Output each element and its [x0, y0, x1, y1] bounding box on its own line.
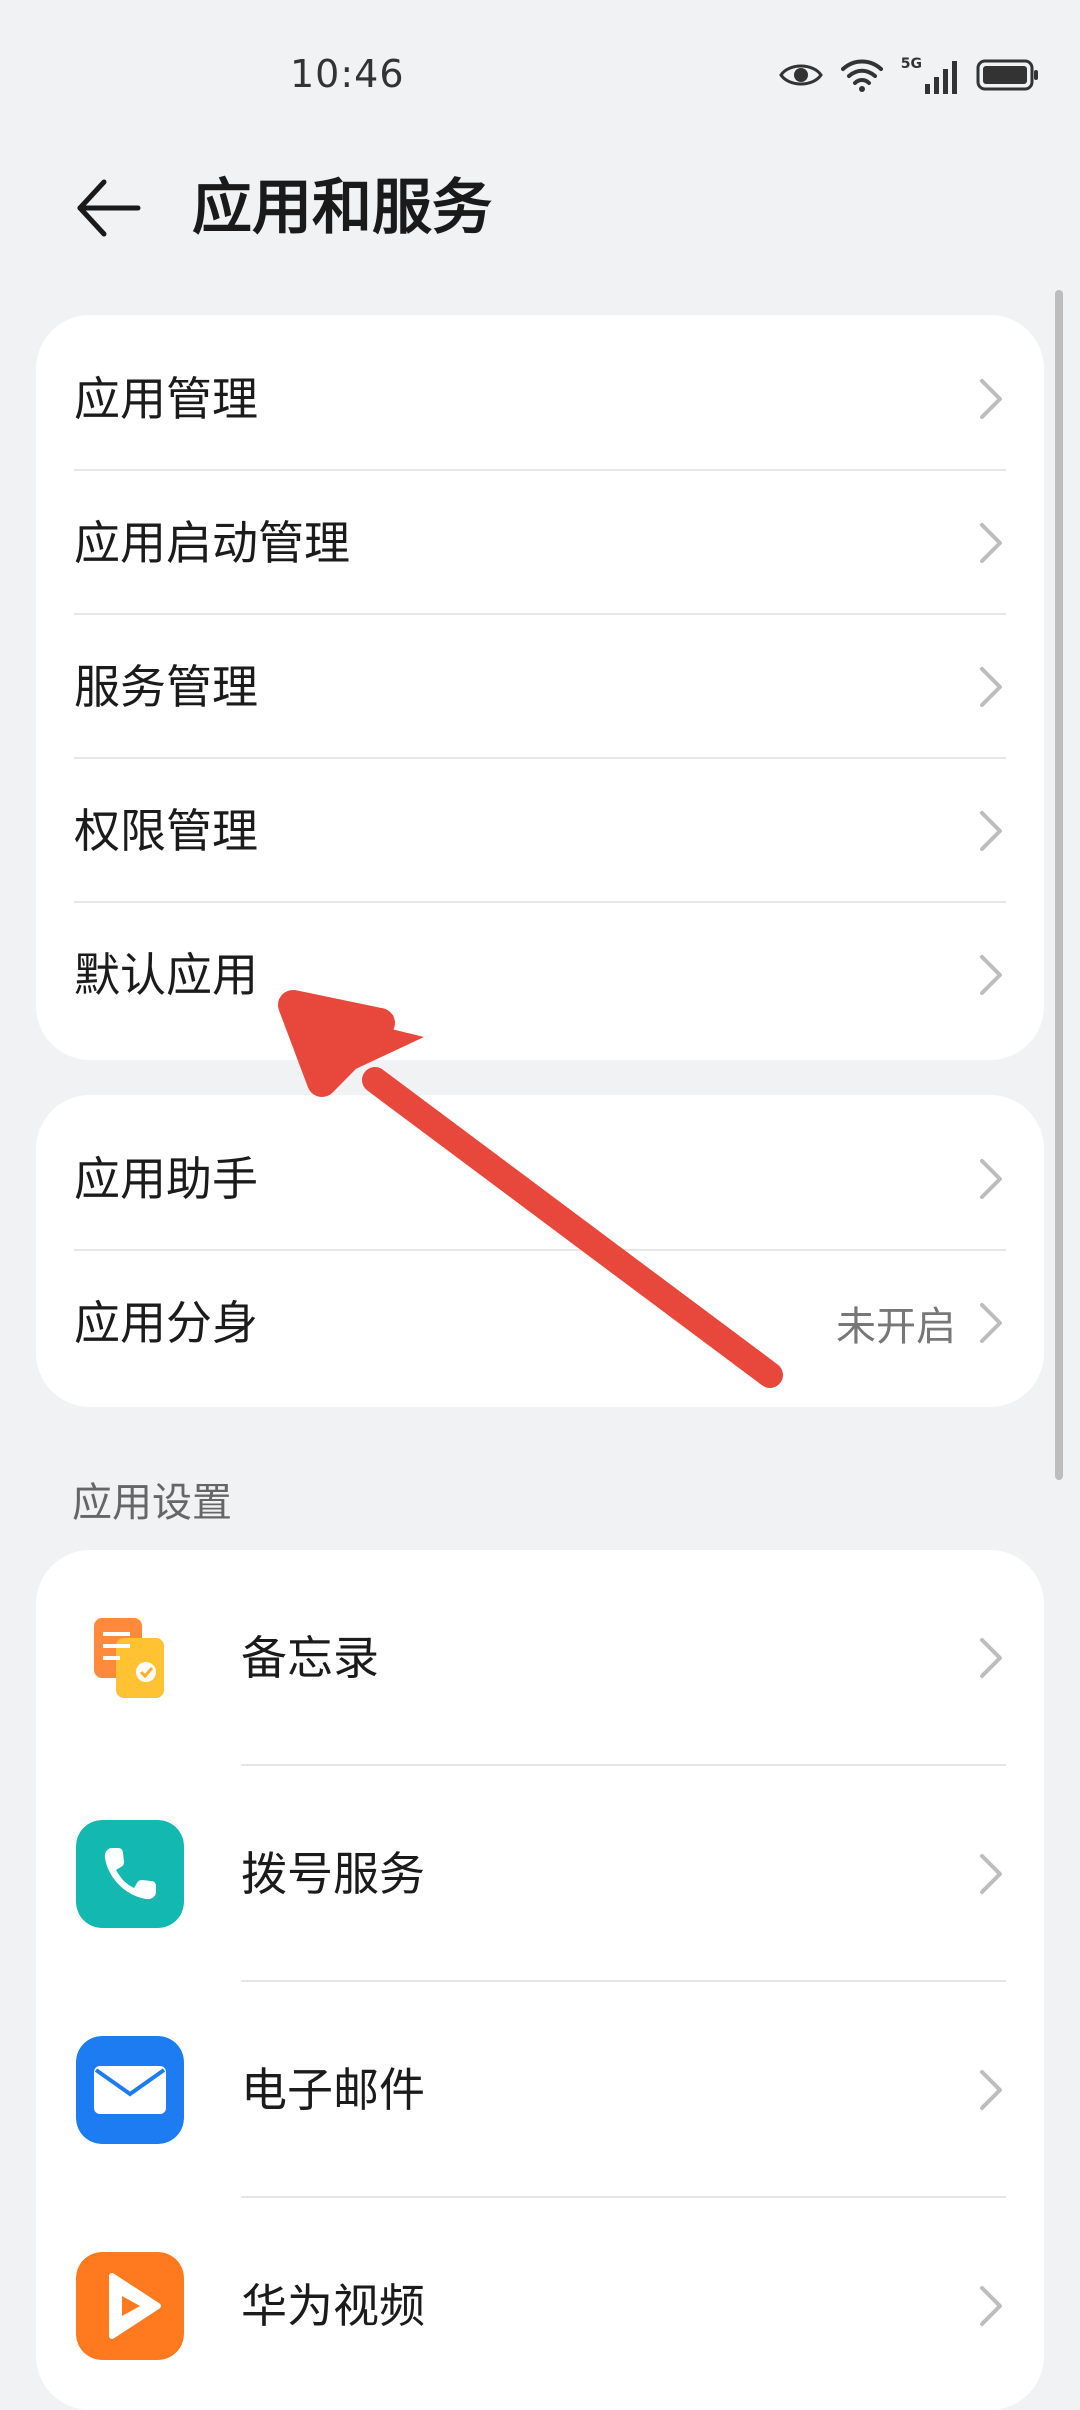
list-item-app-twin[interactable]: 应用分身 未开启 [36, 1251, 1044, 1395]
chevron-right-icon [980, 1854, 1002, 1894]
list-item-service-management[interactable]: 服务管理 [36, 615, 1044, 759]
chevron-right-icon [980, 667, 1002, 707]
phone-icon [76, 1820, 184, 1928]
eye-icon [778, 64, 823, 86]
list-item-label: 华为视频 [241, 2279, 425, 2333]
list-item-label: 服务管理 [74, 660, 258, 714]
list-item-label: 默认应用 [74, 948, 258, 1002]
list-item-app-assistant[interactable]: 应用助手 [36, 1107, 1044, 1251]
chevron-right-icon [980, 955, 1002, 995]
chevron-right-icon [980, 1159, 1002, 1199]
signal-icon: 5G [901, 56, 958, 94]
chevron-right-icon [980, 2070, 1002, 2110]
memo-icon [94, 1618, 164, 1698]
list-item-label: 应用启动管理 [74, 516, 350, 570]
list-item-app-management[interactable]: 应用管理 [36, 327, 1044, 471]
list-item-label: 权限管理 [74, 804, 258, 858]
chevron-right-icon [980, 2286, 1002, 2326]
settings-group-app: 应用管理 应用启动管理 服务管理 权限管理 默认应用 [36, 315, 1044, 1060]
wifi-icon [840, 59, 883, 92]
list-item-label: 应用管理 [74, 372, 258, 426]
chevron-right-icon [980, 379, 1002, 419]
chevron-right-icon [980, 1303, 1002, 1343]
page-title: 应用和服务 [192, 173, 492, 243]
status-icons: 5G [778, 56, 1040, 94]
status-time: 10:46 [290, 52, 405, 96]
list-item-default-apps[interactable]: 默认应用 [36, 903, 1044, 1047]
list-item-memo[interactable]: 备忘录 [36, 1550, 1044, 1766]
list-item-app-launch[interactable]: 应用启动管理 [36, 471, 1044, 615]
list-item-permission-management[interactable]: 权限管理 [36, 759, 1044, 903]
header: 应用和服务 [0, 150, 1080, 270]
section-title-app-settings: 应用设置 [72, 1480, 232, 1526]
list-item-email[interactable]: 电子邮件 [36, 1982, 1044, 2198]
status-value: 未开启 [836, 1304, 956, 1350]
video-play-icon [76, 2252, 184, 2360]
chevron-right-icon [980, 1638, 1002, 1678]
arrow-left-icon[interactable] [72, 172, 144, 244]
list-item-label: 应用分身 [74, 1296, 258, 1350]
app-settings-list: 备忘录 拨号服务 电子邮件 华为视频 [36, 1550, 1044, 2410]
list-item-label: 应用助手 [74, 1152, 258, 1206]
list-item-huawei-video[interactable]: 华为视频 [36, 2198, 1044, 2410]
list-item-label: 电子邮件 [241, 2063, 425, 2117]
list-item-label: 拨号服务 [241, 1847, 425, 1901]
battery-icon [976, 59, 1038, 91]
settings-group-assistant: 应用助手 应用分身 未开启 [36, 1095, 1044, 1407]
list-item-dialer-service[interactable]: 拨号服务 [36, 1766, 1044, 1982]
status-bar: 10:46 5G [0, 0, 1080, 150]
chevron-right-icon [980, 523, 1002, 563]
mail-icon [76, 2036, 184, 2144]
network-type-label: 5G [900, 56, 922, 72]
scrollbar[interactable] [1055, 290, 1063, 1480]
chevron-right-icon [980, 811, 1002, 851]
list-item-label: 备忘录 [241, 1631, 379, 1685]
